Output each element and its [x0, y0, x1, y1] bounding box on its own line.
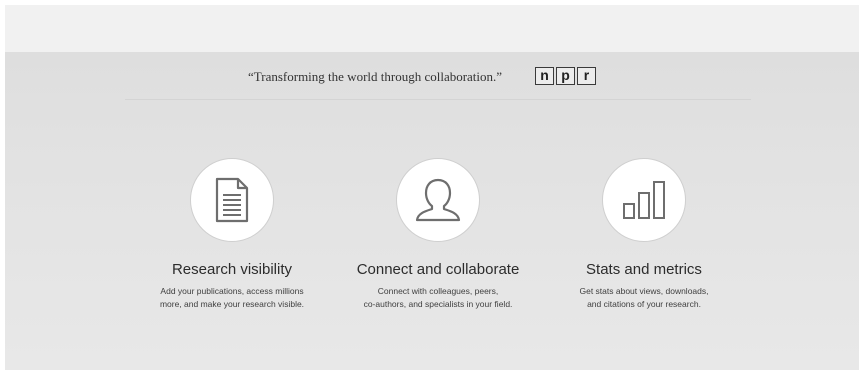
feature-title: Connect and collaborate	[356, 261, 520, 278]
person-icon	[415, 178, 461, 222]
document-icon	[215, 177, 249, 223]
feature-desc-line: and citations of your research.	[587, 299, 701, 309]
feature-desc-line: more, and make your research visible.	[159, 299, 305, 309]
feature-research-visibility: Research visibility Add your publication…	[112, 158, 352, 311]
npr-logo-letter-n: n	[535, 67, 554, 85]
feature-icon-circle	[190, 158, 274, 242]
feature-desc-line: Add your publications, access millions	[160, 286, 304, 296]
feature-desc-line: Connect with colleagues, peers,	[377, 286, 499, 296]
quote-text: “Transforming the world through collabor…	[248, 69, 503, 84]
press-quote: “Transforming the world through collabor…	[5, 66, 859, 88]
feature-description: Get stats about views, downloads, and ci…	[524, 285, 764, 311]
feature-title: Research visibility	[171, 261, 293, 278]
feature-title: Stats and metrics	[586, 261, 702, 278]
npr-logo-letter-r: r	[577, 67, 596, 85]
feature-description: Connect with colleagues, peers, co-autho…	[318, 285, 558, 311]
npr-logo-letter-p: p	[556, 67, 575, 85]
feature-description: Add your publications, access millions m…	[112, 285, 352, 311]
feature-desc-line: co-authors, and specialists in your fiel…	[363, 299, 513, 309]
feature-desc-line: Get stats about views, downloads,	[579, 286, 709, 296]
npr-logo[interactable]: n p r	[535, 67, 598, 85]
features-panel: “Transforming the world through collabor…	[5, 52, 859, 370]
feature-stats-metrics: Stats and metrics Get stats about views,…	[524, 158, 764, 311]
feature-icon-circle	[602, 158, 686, 242]
bar-chart-icon	[623, 181, 665, 219]
divider	[125, 99, 751, 100]
top-band	[5, 5, 859, 52]
feature-connect-collaborate: Connect and collaborate Connect with col…	[318, 158, 558, 311]
feature-icon-circle	[396, 158, 480, 242]
